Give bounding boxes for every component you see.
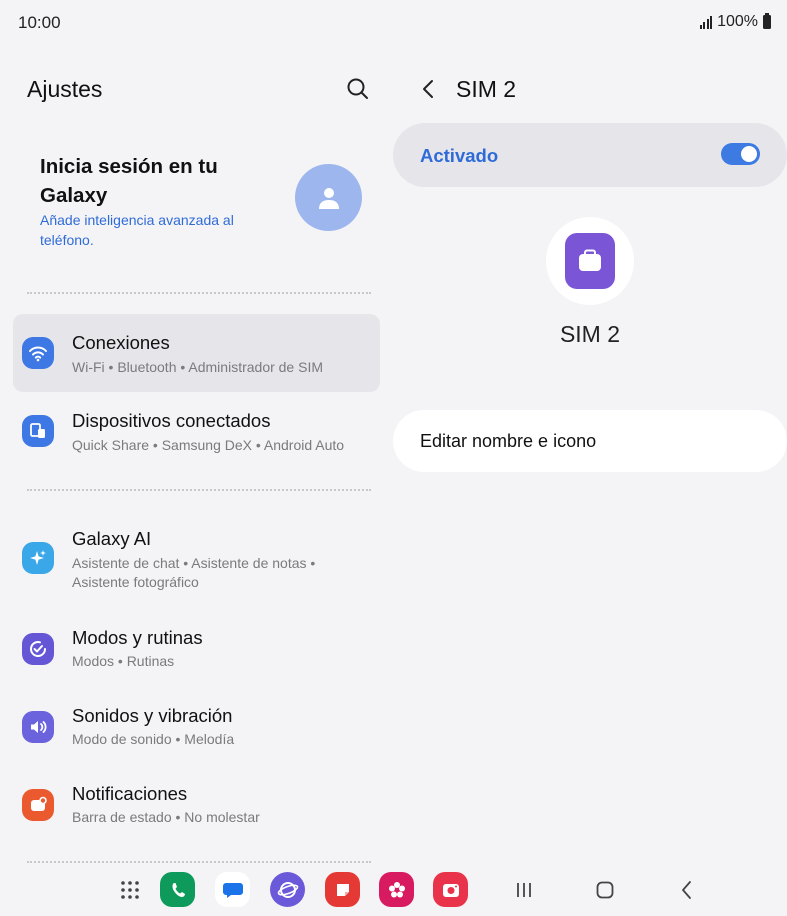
back-icon [682,881,691,899]
menu-item-subtitle: Asistente de chat • Asistente de notas • [72,555,316,571]
internet-app-icon [277,881,298,898]
battery-icon [763,13,771,29]
status-bar: 10:00 100% [0,0,787,44]
status-indicators: 100% [699,13,771,31]
account-subtitle: Añade inteligencia avanzada al teléfono. [40,212,234,248]
activated-switch[interactable] [721,143,760,165]
internet-app[interactable] [270,872,305,907]
search-button[interactable] [343,74,373,104]
menu-item-title: Dispositivos conectados [72,410,271,431]
recents-icon [517,883,531,897]
menu-item-subtitle: Modos • Rutinas [72,653,175,669]
settings-item-notificaciones[interactable]: Notificaciones Barra de estado • No mole… [13,767,380,845]
gallery-app[interactable] [379,872,414,907]
notes-app[interactable] [325,872,360,907]
sim-card-icon [565,233,615,289]
settings-item-dispositivos-conectados[interactable]: Dispositivos conectados Quick Share • Sa… [13,392,380,470]
menu-item-title: Sonidos y vibración [72,705,233,726]
search-icon [347,78,368,99]
section-divider [27,292,371,294]
camera-app[interactable] [433,872,468,907]
apps-grid-button[interactable] [112,872,147,907]
wifi-icon [22,337,54,369]
user-icon [318,187,339,209]
signal-icon [699,15,713,29]
settings-item-modos-rutinas[interactable]: Modos y rutinas Modos • Rutinas [13,611,380,689]
section-divider [27,489,371,491]
apps-grid-icon [120,880,139,899]
avatar[interactable] [295,164,362,231]
page-title: Ajustes [27,76,103,102]
back-nav-button[interactable] [672,876,702,904]
home-button[interactable] [590,876,620,904]
menu-item-title: Notificaciones [72,783,188,804]
menu-item-subtitle: Quick Share • Samsung DeX • Android Auto [72,437,345,453]
speaker-icon [22,711,54,743]
sim-detail-pane: SIM 2 Activado SIM 2 Editar nombre e ico… [393,44,787,856]
menu-item-subtitle: Modo de sonido • Melodía [72,731,235,747]
back-button[interactable] [417,74,439,104]
phone-app-icon [172,882,185,897]
status-time: 10:00 [18,13,61,32]
sim-icon-badge [546,217,634,305]
menu-item-subtitle-line2: Asistente fotográfico [72,574,199,590]
edit-name-icon-button[interactable]: Editar nombre e icono [393,410,787,472]
phone-app[interactable] [160,872,195,907]
check-circle-icon [22,633,54,665]
taskbar [0,856,787,916]
sparkle-icon [22,542,54,574]
menu-item-title: Galaxy AI [72,528,152,549]
switch-knob [741,146,757,162]
recent-apps-button[interactable] [509,876,539,904]
camera-app-icon [442,883,459,897]
messages-app[interactable] [215,872,250,907]
sim-name: SIM 2 [559,321,621,347]
chevron-left-icon [423,80,433,98]
battery-percent: 100% [717,13,758,30]
gallery-app-icon [388,881,405,897]
detail-title: SIM 2 [456,76,517,102]
activated-toggle-row[interactable]: Activado [393,123,787,187]
settings-item-sonidos-vibracion[interactable]: Sonidos y vibración Modo de sonido • Mel… [13,689,380,767]
settings-item-galaxy-ai[interactable]: Galaxy AI Asistente de chat • Asistente … [13,514,380,606]
account-title: Inicia sesión en tu Galaxy [40,155,218,207]
account-sign-in-card[interactable]: Inicia sesión en tu Galaxy Añade intelig… [14,134,380,274]
menu-item-subtitle: Barra de estado • No molestar [72,809,260,825]
menu-item-title: Modos y rutinas [72,627,203,648]
toggle-label: Activado [420,145,499,166]
settings-item-conexiones[interactable]: Conexiones Wi-Fi • Bluetooth • Administr… [13,314,380,392]
settings-pane: Ajustes Inicia sesión en tu Galaxy Añade… [0,44,393,863]
notification-icon [22,789,54,821]
messages-app-icon [222,882,243,898]
home-icon [596,881,614,899]
devices-icon [22,415,54,447]
edit-label: Editar nombre e icono [420,431,597,451]
notes-app-icon [336,883,349,896]
menu-item-subtitle: Wi-Fi • Bluetooth • Administrador de SIM [72,359,324,375]
menu-item-title: Conexiones [72,332,170,353]
